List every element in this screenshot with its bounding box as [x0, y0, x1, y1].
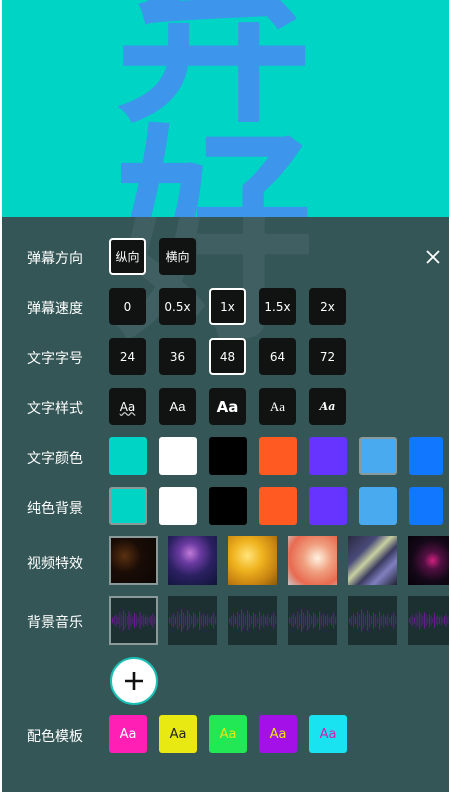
music-option-2[interactable]: [168, 596, 217, 645]
speed-option-1x[interactable]: 1x: [209, 288, 246, 325]
text-color-swatch-6[interactable]: [359, 437, 397, 475]
danmaku-preview: 弃 好: [2, 0, 449, 217]
speed-option-0.5x[interactable]: 0.5x: [159, 288, 196, 325]
bg-color-swatch-1[interactable]: [109, 487, 147, 525]
speed-label: 弹幕速度: [27, 301, 83, 317]
bg-color-swatch-7[interactable]: [409, 487, 443, 525]
bg-color-label: 纯色背景: [27, 501, 83, 517]
text-color-swatch-2[interactable]: [159, 437, 197, 475]
video-effect-golden-thumbnail[interactable]: [228, 536, 277, 585]
text-color-swatch-7[interactable]: [409, 437, 443, 475]
size-option-36[interactable]: 36: [159, 338, 196, 375]
style-option-italic[interactable]: Aa: [309, 388, 346, 425]
video-effect-stars-thumbnail[interactable]: [408, 536, 449, 585]
text-color-swatch-3[interactable]: [209, 437, 247, 475]
preview-text-shadow: 弃 好: [114, 217, 314, 352]
preview-text: 弃 好: [116, 0, 313, 217]
bg-color-swatch-3[interactable]: [209, 487, 247, 525]
music-option-5[interactable]: [348, 596, 397, 645]
music-option-3[interactable]: [228, 596, 277, 645]
speed-option-2x[interactable]: 2x: [309, 288, 346, 325]
video-effect-galaxy-thumbnail[interactable]: [168, 536, 217, 585]
template-option-3[interactable]: Aa: [209, 715, 247, 753]
style-label: 文字样式: [27, 401, 83, 417]
video-effect-label: 视频特效: [27, 556, 83, 572]
waveform-icon: [169, 609, 217, 632]
close-icon[interactable]: [426, 250, 440, 264]
size-option-72[interactable]: 72: [309, 338, 346, 375]
template-option-2[interactable]: Aa: [159, 715, 197, 753]
waveform-icon: [289, 609, 337, 632]
waveform-icon: [229, 609, 277, 632]
music-label: 背景音乐: [27, 615, 83, 631]
size-option-24[interactable]: 24: [109, 338, 146, 375]
music-option-6[interactable]: [408, 596, 449, 645]
music-option-4[interactable]: [288, 596, 337, 645]
video-effect-prism-thumbnail[interactable]: [348, 536, 397, 585]
waveform-icon: [111, 610, 156, 631]
settings-panel: 弃 好 弹幕方向 纵向 横向 弹幕速度 0 0.5x 1x 1.5x 2x 文字…: [2, 217, 449, 792]
template-option-1[interactable]: Aa: [109, 715, 147, 753]
size-option-48[interactable]: 48: [209, 338, 246, 375]
text-color-swatch-1[interactable]: [109, 437, 147, 475]
style-option-bold[interactable]: Aa: [209, 388, 246, 425]
plus-icon: [125, 672, 143, 690]
size-label: 文字字号: [27, 351, 83, 367]
bg-color-swatch-2[interactable]: [159, 487, 197, 525]
music-option-1[interactable]: [109, 596, 158, 645]
style-option-regular[interactable]: Aa: [159, 388, 196, 425]
text-color-swatch-4[interactable]: [259, 437, 297, 475]
video-effect-sparks-thumbnail[interactable]: [109, 536, 158, 585]
direction-vertical-option[interactable]: 纵向: [109, 238, 146, 275]
template-option-4[interactable]: Aa: [259, 715, 297, 753]
waveform-icon: [349, 609, 397, 632]
template-label: 配色模板: [27, 729, 83, 745]
waveform-icon: [408, 611, 449, 630]
direction-label: 弹幕方向: [27, 251, 83, 267]
speed-option-0[interactable]: 0: [109, 288, 146, 325]
style-option-serif[interactable]: Aa: [259, 388, 296, 425]
direction-horizontal-option[interactable]: 横向: [159, 238, 196, 275]
style-option-decorated[interactable]: Aa: [109, 388, 146, 425]
bg-color-swatch-6[interactable]: [359, 487, 397, 525]
bg-color-swatch-5[interactable]: [309, 487, 347, 525]
size-option-64[interactable]: 64: [259, 338, 296, 375]
bg-color-swatch-4[interactable]: [259, 487, 297, 525]
speed-option-1.5x[interactable]: 1.5x: [259, 288, 296, 325]
video-effect-bokeh-thumbnail[interactable]: [288, 536, 337, 585]
text-color-label: 文字颜色: [27, 451, 83, 467]
text-color-swatch-5[interactable]: [309, 437, 347, 475]
template-option-5[interactable]: Aa: [309, 715, 347, 753]
add-button[interactable]: [110, 657, 158, 705]
